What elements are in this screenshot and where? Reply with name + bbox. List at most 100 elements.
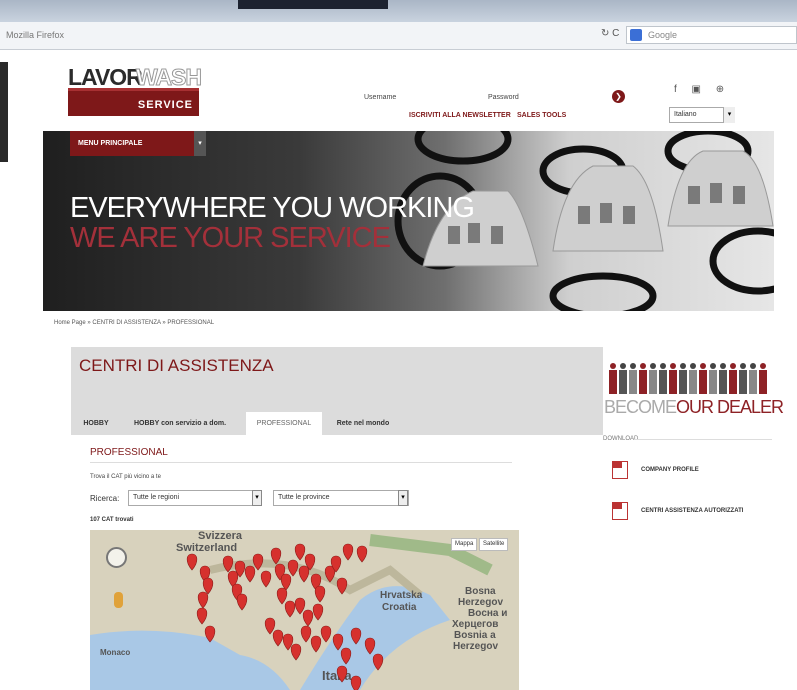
person-head <box>690 363 696 369</box>
refresh-icon[interactable]: ↻ C <box>601 28 619 39</box>
person-body <box>629 370 637 394</box>
map-pin-icon <box>260 570 272 588</box>
map-pin-icon <box>244 565 256 583</box>
page-title: CENTRI DI ASSISTENZA <box>79 356 274 375</box>
pdf-icon[interactable] <box>612 461 628 479</box>
dealer-people-image[interactable] <box>605 360 773 396</box>
logo-service[interactable]: SERVICE <box>68 88 199 116</box>
menu-arrow-icon[interactable]: ▾ <box>194 131 206 156</box>
logo-wash[interactable]: WASH <box>136 64 203 91</box>
map-pin-icon <box>342 543 354 561</box>
map-pan-control[interactable] <box>106 547 127 568</box>
dealer-text-become[interactable]: BECOME <box>604 397 677 418</box>
map-pin-icon <box>372 653 384 671</box>
map-pin-icon <box>332 633 344 651</box>
map-pin-icon <box>310 635 322 653</box>
pdf-icon[interactable] <box>612 502 628 520</box>
search-placeholder[interactable]: Google <box>648 30 677 40</box>
person-head <box>610 363 616 369</box>
social-icons[interactable]: f ▣ ⊕ <box>674 84 730 95</box>
map-pin-icon <box>298 565 310 583</box>
person-head <box>650 363 656 369</box>
section-title: PROFESSIONAL <box>90 447 168 458</box>
login-go-button[interactable]: ❯ <box>612 90 625 103</box>
breadcrumb[interactable]: Home Page » CENTRI DI ASSISTENZA » PROFE… <box>54 320 214 326</box>
map-markers[interactable] <box>90 530 519 690</box>
person-body <box>739 370 747 394</box>
person-head <box>640 363 646 369</box>
map-pin-icon <box>350 675 362 690</box>
tab-professional[interactable]: PROFESSIONAL <box>246 412 322 435</box>
region-select[interactable]: Tutte le regioni <box>128 490 261 506</box>
person-body <box>679 370 687 394</box>
title-blackout <box>238 0 388 9</box>
banner-line-2: WE ARE YOUR SERVICE <box>70 222 391 254</box>
tab-hobby[interactable]: HOBBY <box>78 412 114 435</box>
province-arrow-icon[interactable]: ▾ <box>398 490 408 506</box>
map-pin-icon <box>186 553 198 571</box>
map-pin-icon <box>350 627 362 645</box>
person-head <box>680 363 686 369</box>
map-type-satellite[interactable]: Satellite <box>479 538 509 551</box>
map-pin-icon <box>312 603 324 621</box>
results-count: 107 CAT trovati <box>90 517 134 523</box>
divider <box>634 439 772 440</box>
password-input[interactable] <box>525 92 607 103</box>
dealer-text-our-dealer[interactable]: OUR DEALER <box>676 397 784 418</box>
divider <box>90 462 512 463</box>
street-view-pegman-icon[interactable] <box>114 592 123 608</box>
person-head <box>670 363 676 369</box>
map-pin-icon <box>204 625 216 643</box>
hint-text: Trova il CAT più vicino a te <box>90 474 161 480</box>
logo-lavor[interactable]: LAVOR <box>68 64 143 91</box>
username-input[interactable] <box>395 92 483 103</box>
person-body <box>709 370 717 394</box>
tab-hobby-domicilio[interactable]: HOBBY con servizio a dom. <box>120 412 240 435</box>
person-head <box>750 363 756 369</box>
main-menu-button[interactable]: MENU PRINCIPALE <box>70 131 194 156</box>
map-pin-icon <box>294 597 306 615</box>
person-head <box>730 363 736 369</box>
person-head <box>660 363 666 369</box>
map-pin-icon <box>236 593 248 611</box>
person-head <box>620 363 626 369</box>
person-head <box>720 363 726 369</box>
person-body <box>669 370 677 394</box>
sales-tools-link[interactable]: SALES TOOLS <box>517 112 566 119</box>
tab-rete-mondo[interactable]: Rete nel mondo <box>326 412 400 435</box>
person-body <box>719 370 727 394</box>
person-body <box>649 370 657 394</box>
map-pin-icon <box>196 607 208 625</box>
google-icon <box>630 29 642 41</box>
person-body <box>759 370 767 394</box>
person-head <box>710 363 716 369</box>
person-head <box>630 363 636 369</box>
person-body <box>689 370 697 394</box>
map-pin-icon <box>197 591 209 609</box>
map-pin-icon <box>202 577 214 595</box>
address-text[interactable]: Mozilla Firefox <box>6 30 64 40</box>
map-pin-icon <box>252 553 264 571</box>
region-arrow-icon[interactable]: ▾ <box>252 490 262 506</box>
map-pin-icon <box>284 600 296 618</box>
map-pin-icon <box>276 587 288 605</box>
search-label: Ricerca: <box>90 494 120 503</box>
person-body <box>609 370 617 394</box>
service-map[interactable]: Svizzera Switzerland Hrvatska Croatia Bo… <box>90 530 519 690</box>
map-pin-icon <box>222 555 234 573</box>
language-arrow-icon[interactable]: ▾ <box>723 107 735 123</box>
download-centri-assistenza[interactable]: CENTRI ASSISTENZA AUTORIZZATI <box>641 508 743 514</box>
address-bar[interactable]: Mozilla Firefox ↻ C Google <box>0 22 797 50</box>
map-pin-icon <box>294 543 306 561</box>
map-pin-icon <box>287 559 299 577</box>
newsletter-link[interactable]: ISCRIVITI ALLA NEWSLETTER <box>409 112 511 119</box>
map-pin-icon <box>264 617 276 635</box>
window-titlebar <box>0 0 797 22</box>
map-pin-icon <box>364 637 376 655</box>
province-select[interactable]: Tutte le province <box>273 490 409 506</box>
map-pin-icon <box>300 625 312 643</box>
map-pin-icon <box>302 609 314 627</box>
map-type-map[interactable]: Mappa <box>451 538 478 551</box>
left-panel <box>0 62 8 162</box>
download-company-profile[interactable]: COMPANY PROFILE <box>641 467 699 473</box>
